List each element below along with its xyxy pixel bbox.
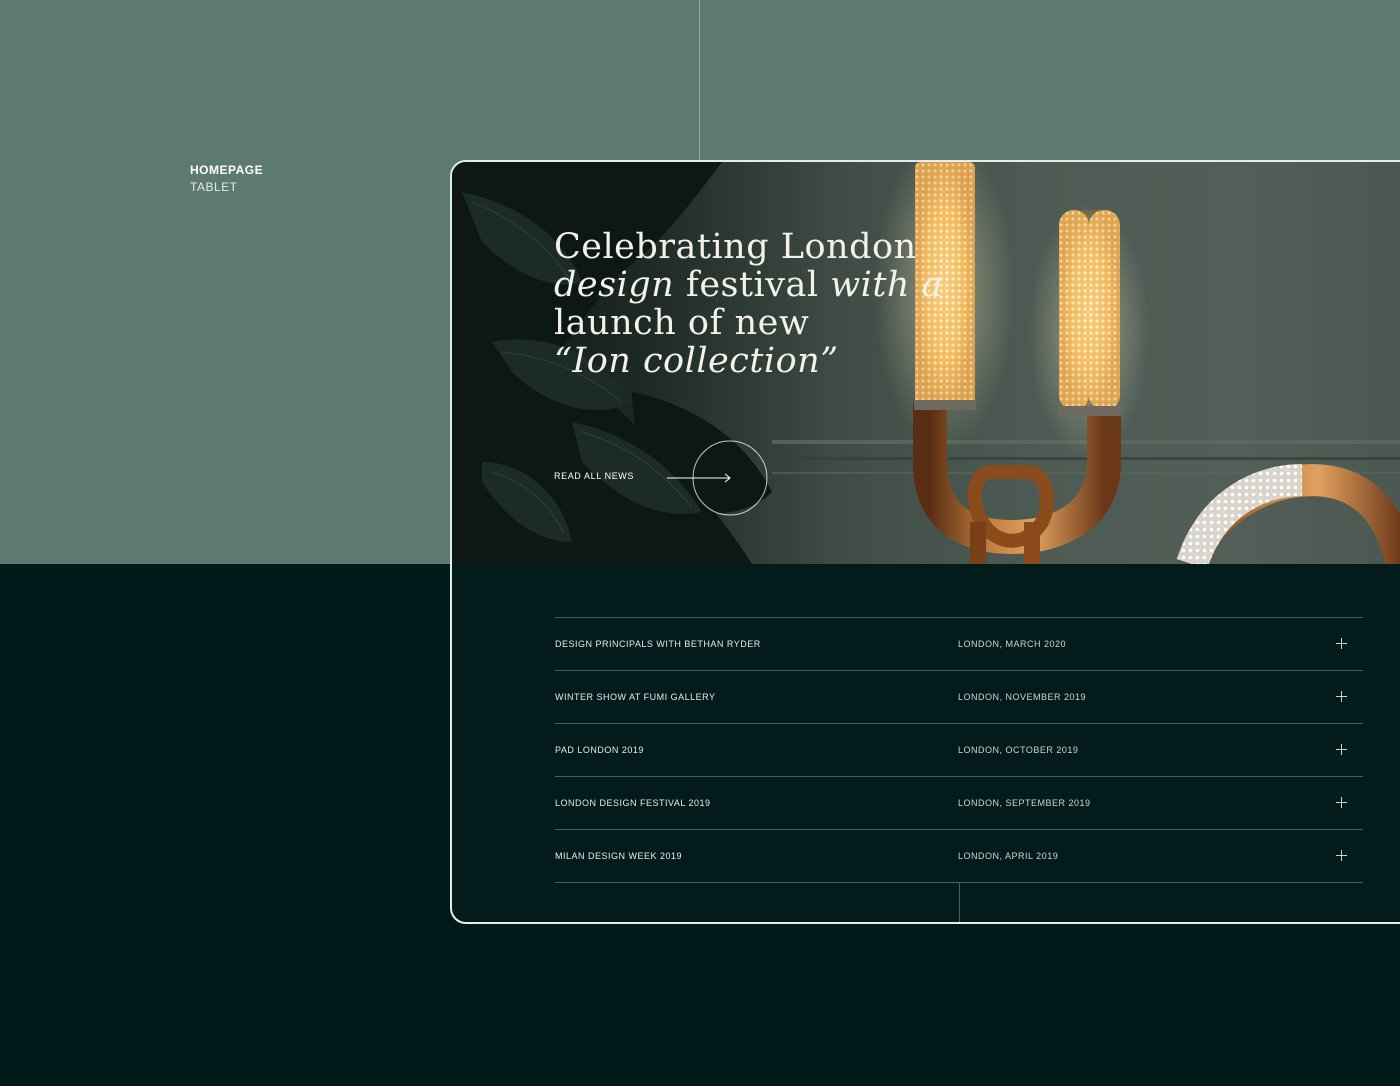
- headline-italic-collection: “Ion collection”: [554, 341, 839, 381]
- arrow-right-circle-icon[interactable]: [664, 438, 774, 518]
- news-date: LONDON, MARCH 2020: [958, 639, 1067, 649]
- guide-line: [699, 0, 700, 162]
- plus-icon[interactable]: [1336, 744, 1347, 755]
- news-title: LONDON DESIGN FESTIVAL 2019: [555, 798, 711, 808]
- page-label-title: HOMEPAGE: [190, 163, 264, 177]
- plus-icon[interactable]: [1336, 691, 1347, 702]
- plus-icon[interactable]: [1336, 797, 1347, 808]
- news-title: DESIGN PRINCIPALS WITH BETHAN RYDER: [555, 639, 761, 649]
- plus-icon[interactable]: [1336, 638, 1347, 649]
- headline-line-3: launch of new: [554, 303, 810, 343]
- page-label: HOMEPAGE TABLET: [190, 162, 263, 196]
- news-row[interactable]: DESIGN PRINCIPALS WITH BETHAN RYDER LOND…: [555, 618, 1363, 671]
- news-title: PAD LONDON 2019: [555, 745, 644, 755]
- headline-italic-with-a: with a: [830, 265, 943, 305]
- read-all-news-link[interactable]: READ ALL NEWS: [554, 471, 634, 481]
- tablet-frame: Celebrating London design festival with …: [450, 160, 1400, 924]
- news-list: DESIGN PRINCIPALS WITH BETHAN RYDER LOND…: [555, 617, 1363, 883]
- page-label-subtitle: TABLET: [190, 180, 238, 194]
- news-row[interactable]: LONDON DESIGN FESTIVAL 2019 LONDON, SEPT…: [555, 777, 1363, 830]
- column-divider: [959, 883, 960, 922]
- headline-festival: festival: [674, 265, 831, 305]
- plus-icon[interactable]: [1336, 850, 1347, 861]
- news-title: MILAN DESIGN WEEK 2019: [555, 851, 683, 861]
- headline-line-1: Celebrating London: [554, 227, 917, 267]
- news-date: LONDON, NOVEMBER 2019: [958, 692, 1087, 702]
- news-title: WINTER SHOW AT FUMI GALLERY: [555, 692, 716, 702]
- headline-line-4: “Ion collection”: [554, 342, 914, 380]
- news-date: LONDON, SEPTEMBER 2019: [958, 798, 1091, 808]
- news-row[interactable]: WINTER SHOW AT FUMI GALLERY LONDON, NOVE…: [555, 671, 1363, 724]
- news-row[interactable]: PAD LONDON 2019 LONDON, OCTOBER 2019: [555, 724, 1363, 777]
- news-row[interactable]: MILAN DESIGN WEEK 2019 LONDON, APRIL 201…: [555, 830, 1363, 883]
- hero-headline: Celebrating London design festival with …: [554, 227, 942, 380]
- headline-italic-design: design: [554, 265, 675, 305]
- news-date: LONDON, APRIL 2019: [958, 851, 1059, 861]
- news-date: LONDON, OCTOBER 2019: [958, 745, 1079, 755]
- hero-banner: Celebrating London design festival with …: [452, 162, 1400, 564]
- headline-line-2: design festival with a: [554, 265, 942, 305]
